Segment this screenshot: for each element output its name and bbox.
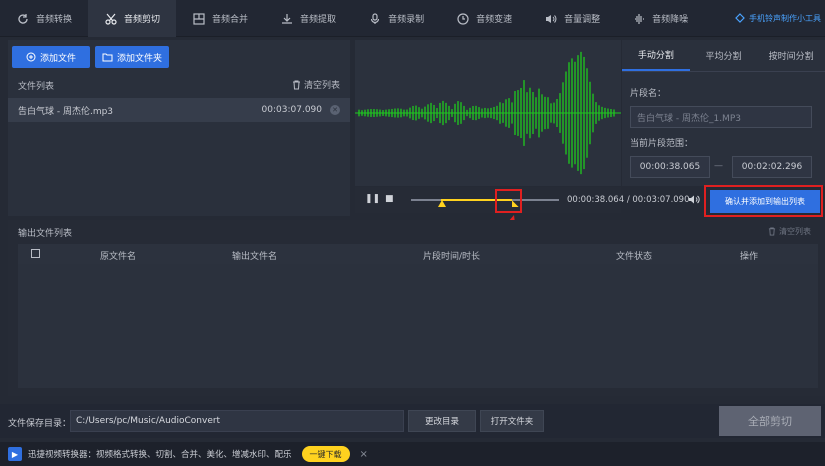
save-dir-label: 文件保存目录： xyxy=(8,419,72,429)
time-separator: / xyxy=(626,195,630,205)
split-settings-panel: 手动分割 平均分割 按时间分割 片段名： 告白气球 - 周杰伦_1.MP3 当前… xyxy=(622,40,825,186)
col-output-name: 输出文件名 xyxy=(232,252,278,262)
add-circle-icon xyxy=(26,52,36,62)
tab-label: 音频录制 xyxy=(388,15,425,25)
pause-icon[interactable]: ❚❚ xyxy=(365,194,380,204)
output-list-panel: 输出文件列表 清空列表 原文件名 输出文件名 片段时间/时长 文件状态 操作 xyxy=(8,220,825,396)
add-file-label: 添加文件 xyxy=(39,52,76,63)
microphone-icon xyxy=(368,12,382,26)
tab-label: 音频转换 xyxy=(36,15,73,25)
file-list-title: 文件列表 xyxy=(18,81,55,92)
list-item[interactable]: 告白气球 - 周杰伦.mp3 00:03:07.090 ✕ xyxy=(8,98,350,122)
save-directory-bar: 文件保存目录： C:/Users/pc/Music/AudioConvert 更… xyxy=(0,404,825,438)
tab-audio-record[interactable]: 音频录制 xyxy=(352,0,440,37)
add-folder-label: 添加文件夹 xyxy=(116,52,162,63)
volume-adjust-icon xyxy=(544,12,558,26)
tab-time-split[interactable]: 按时间分割 xyxy=(757,40,825,71)
range-dash: — xyxy=(714,161,723,171)
file-duration: 00:03:07.090 xyxy=(261,105,322,115)
range-end-value: 00:02:02.296 xyxy=(741,162,803,172)
output-table-body xyxy=(18,264,818,388)
ringtone-tool-icon xyxy=(735,12,745,25)
cut-all-button[interactable]: 全部剪切 xyxy=(719,406,821,436)
add-folder-button[interactable]: 添加文件夹 xyxy=(95,46,169,68)
stop-icon[interactable]: ■ xyxy=(385,194,394,204)
promo-bar: ▶ 迅捷视频转换器：视频格式转换、切割、合并、美化、增减水印、配乐 一键下载 × xyxy=(0,442,825,466)
col-actions: 操作 xyxy=(740,252,759,262)
range-end-input[interactable]: 00:02:02.296 xyxy=(732,156,812,178)
segment-name-placeholder: 告白气球 - 周杰伦_1.MP3 xyxy=(637,113,741,124)
output-clear-button[interactable]: 清空列表 xyxy=(768,226,811,237)
tab-audio-convert[interactable]: 音频转换 xyxy=(0,0,88,37)
tab-average-split[interactable]: 平均分割 xyxy=(690,40,758,71)
tab-label: 音频降噪 xyxy=(652,15,689,25)
tab-audio-cut[interactable]: 音频剪切 xyxy=(88,0,177,37)
trash-icon xyxy=(768,227,776,236)
output-clear-label: 清空列表 xyxy=(779,227,811,236)
annotation-box-handle xyxy=(495,189,522,213)
tab-audio-denoise[interactable]: 音频降噪 xyxy=(616,0,704,37)
tab-label: 音频提取 xyxy=(300,15,337,25)
waveform-graphic xyxy=(355,51,621,175)
promo-text: 迅捷视频转换器：视频格式转换、切割、合并、美化、增减水印、配乐 xyxy=(28,450,292,460)
video-converter-logo-icon: ▶ xyxy=(8,447,22,461)
col-file-status: 文件状态 xyxy=(616,252,653,262)
tab-label: 音量调整 xyxy=(564,15,601,25)
range-start-handle[interactable] xyxy=(437,200,446,207)
tab-audio-speed[interactable]: 音频变速 xyxy=(440,0,528,37)
file-list-panel: 添加文件 添加文件夹 文件列表 清空列表 告白气球 - 周杰伦.mp3 00:0… xyxy=(8,40,350,216)
split-mode-tabs: 手动分割 平均分割 按时间分割 xyxy=(622,40,825,72)
segment-name-input[interactable]: 告白气球 - 周杰伦_1.MP3 xyxy=(630,106,812,128)
refresh-icon xyxy=(16,12,30,26)
output-list-title: 输出文件列表 xyxy=(18,229,73,239)
waveform-display[interactable] xyxy=(355,40,621,186)
add-file-button[interactable]: 添加文件 xyxy=(12,46,90,68)
tab-volume-adjust[interactable]: 音量调整 xyxy=(528,0,616,37)
tab-label: 音频合并 xyxy=(212,15,249,25)
speed-icon xyxy=(456,12,470,26)
folder-icon xyxy=(102,52,113,62)
ringtone-tool-label: 手机铃声制作小工具 xyxy=(749,14,821,23)
tab-label: 音频变速 xyxy=(476,15,513,25)
range-label: 当前片段范围： xyxy=(630,139,694,149)
volume-icon[interactable] xyxy=(688,194,700,208)
annotation-box-confirm xyxy=(704,185,823,217)
tab-manual-split[interactable]: 手动分割 xyxy=(622,40,690,71)
range-start-value: 00:00:38.065 xyxy=(639,162,701,172)
close-icon[interactable]: × xyxy=(360,449,368,460)
playback-bar: ❚❚ ■ 00:00:38.064 / 00:03:07.090 xyxy=(355,187,700,213)
col-segment-time: 片段时间/时长 xyxy=(423,252,481,262)
extract-icon xyxy=(280,12,294,26)
segment-name-label: 片段名： xyxy=(630,89,667,99)
open-folder-button[interactable]: 打开文件夹 xyxy=(480,410,544,432)
output-table-header: 原文件名 输出文件名 片段时间/时长 文件状态 操作 xyxy=(18,244,818,264)
select-all-checkbox[interactable] xyxy=(31,249,40,258)
remove-file-icon[interactable]: ✕ xyxy=(330,105,340,115)
tab-audio-extract[interactable]: 音频提取 xyxy=(264,0,352,37)
time-readout: 00:00:38.064 / 00:03:07.090 xyxy=(567,195,690,205)
clear-list-button[interactable]: 清空列表 xyxy=(292,78,340,91)
download-button[interactable]: 一键下载 xyxy=(301,446,350,462)
total-time: 00:03:07.090 xyxy=(632,195,690,205)
change-dir-button[interactable]: 更改目录 xyxy=(408,410,476,432)
tab-label: 音频剪切 xyxy=(124,15,161,25)
ringtone-tool-link[interactable]: 手机铃声制作小工具 xyxy=(735,0,821,37)
save-path-value: C:/Users/pc/Music/AudioConvert xyxy=(76,416,221,426)
merge-icon xyxy=(192,12,206,26)
save-path-field[interactable]: C:/Users/pc/Music/AudioConvert xyxy=(70,410,404,432)
range-start-input[interactable]: 00:00:38.065 xyxy=(630,156,710,178)
file-name: 告白气球 - 周杰伦.mp3 xyxy=(18,106,114,117)
tab-audio-merge[interactable]: 音频合并 xyxy=(176,0,264,37)
current-time: 00:00:38.064 xyxy=(567,195,625,205)
scissors-icon xyxy=(104,12,118,26)
denoise-icon xyxy=(632,12,646,26)
progress-track[interactable] xyxy=(411,199,559,207)
clear-list-label: 清空列表 xyxy=(303,81,340,91)
trash-icon xyxy=(292,80,301,90)
col-source-name: 原文件名 xyxy=(100,252,137,262)
top-tab-bar: 音频转换 音频剪切 音频合并 音频提取 音频录制 音频变速 音量调整 音频降噪 … xyxy=(0,0,825,37)
